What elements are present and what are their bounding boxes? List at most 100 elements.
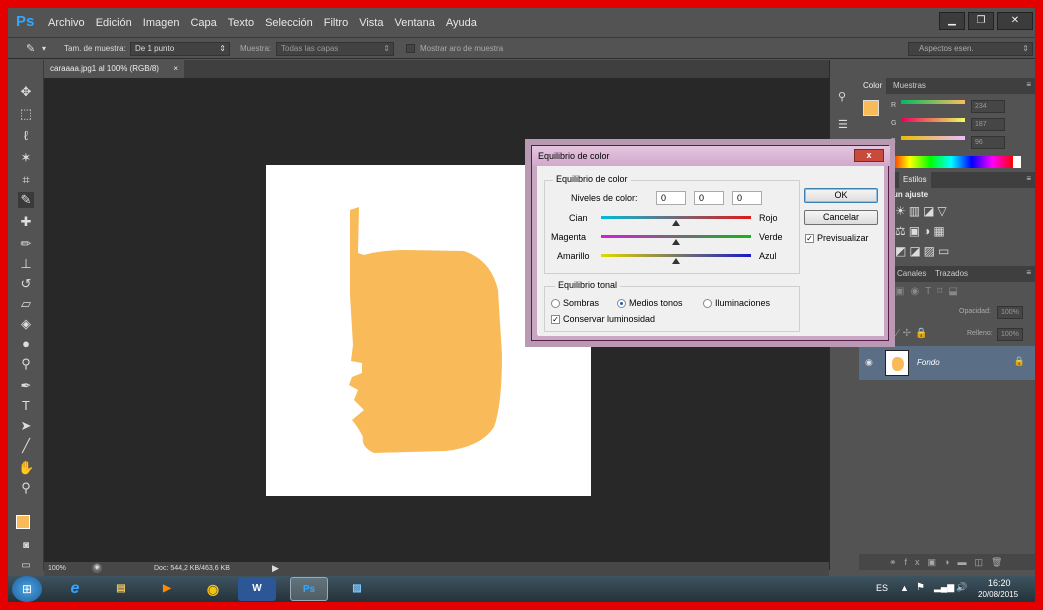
type-tool-icon[interactable]: T [18, 398, 34, 414]
preview-label[interactable]: Previsualizar [817, 233, 869, 243]
healing-brush-tool-icon[interactable]: ✚ [18, 214, 34, 230]
b-value[interactable]: 96 [971, 136, 1005, 149]
tab-swatches[interactable]: Muestras [889, 78, 930, 94]
b-slider[interactable] [901, 136, 965, 140]
network-icon[interactable]: ▂▄▆ [934, 582, 954, 593]
panel-menu-icon[interactable]: ≡ [1026, 268, 1031, 277]
spectrum-white[interactable] [1013, 156, 1021, 168]
menu-ayuda[interactable]: Ayuda [446, 17, 477, 29]
tab-styles[interactable]: Estilos [899, 172, 931, 188]
sampling-ring-checkbox[interactable] [406, 44, 415, 53]
action-center-icon[interactable]: ⚑ [916, 582, 925, 593]
menu-seleccion[interactable]: Selección [265, 17, 313, 29]
photo-viewer-icon[interactable]: ▨ [338, 577, 376, 601]
highlights-radio[interactable] [703, 299, 712, 308]
level-input-2[interactable]: 0 [694, 191, 724, 205]
menu-texto[interactable]: Texto [228, 17, 254, 29]
document-tab[interactable]: caraaaa.jpg1 al 100% (RGB/8) × [44, 60, 184, 78]
yellow-blue-slider[interactable] [601, 254, 751, 257]
shadows-label[interactable]: Sombras [563, 298, 599, 308]
word-icon[interactable]: W [238, 577, 276, 601]
stamp-tool-icon[interactable]: ⊥ [18, 256, 34, 272]
dialog-close-button[interactable]: x [854, 149, 884, 162]
eyedropper-icon[interactable]: ✎ [26, 42, 35, 55]
pen-tool-icon[interactable]: ✒ [18, 378, 34, 394]
preview-checkbox[interactable]: ✓ [805, 234, 814, 243]
crop-tool-icon[interactable]: ⌗ [18, 172, 34, 188]
panel-menu-icon[interactable]: ≡ [1026, 80, 1031, 89]
cyan-red-thumb[interactable] [672, 220, 680, 226]
sample-size-select[interactable]: De 1 punto ⇕ [130, 42, 230, 56]
tab-color[interactable]: Color [859, 78, 887, 94]
adjustment-icons-row-2[interactable]: ⚖▣◑▦ [895, 224, 948, 238]
menu-filtro[interactable]: Filtro [324, 17, 348, 29]
g-value[interactable]: 187 [971, 118, 1005, 131]
tool-preset-chevron-icon[interactable]: ▾ [42, 44, 46, 53]
screen-mode-icon[interactable]: ▭ [18, 558, 34, 574]
layers-footer-icons[interactable]: ⚭fx▣◑▬◫🗑 [859, 554, 1035, 570]
level-input-3[interactable]: 0 [732, 191, 762, 205]
quick-mask-icon[interactable]: ◙ [18, 538, 34, 554]
marquee-tool-icon[interactable]: ⬚ [18, 106, 34, 122]
move-tool-icon[interactable]: ✥ [18, 84, 34, 100]
properties-panel-icon[interactable]: ☰ [838, 118, 848, 131]
eyedropper-tool-icon[interactable]: ✎ [18, 192, 34, 208]
volume-icon[interactable]: 🔊 [956, 582, 967, 593]
menu-archivo[interactable]: Archivo [48, 17, 85, 29]
tab-paths[interactable]: Trazados [931, 266, 972, 282]
ok-button[interactable]: OK [804, 188, 878, 203]
preserve-luminosity-label[interactable]: Conservar luminosidad [563, 314, 655, 324]
start-button-icon[interactable]: ⊞ [12, 576, 42, 602]
midtones-radio[interactable] [617, 299, 626, 308]
restore-button[interactable]: ❐ [968, 12, 994, 30]
clock-time[interactable]: 16:20 [988, 578, 1011, 588]
tray-expand-icon[interactable]: ▲ [900, 583, 909, 593]
close-window-button[interactable]: ✕ [997, 12, 1033, 30]
brush-tool-icon[interactable]: ✏ [18, 236, 34, 252]
media-player-icon[interactable]: ▶ [148, 577, 186, 601]
midtones-label[interactable]: Medios tonos [629, 298, 683, 308]
color-spectrum-bar[interactable] [889, 156, 1013, 168]
foreground-color-swatch[interactable] [16, 515, 30, 529]
internet-explorer-icon[interactable]: e [56, 577, 94, 601]
tab-channels[interactable]: Canales [893, 266, 930, 282]
magenta-green-thumb[interactable] [672, 239, 680, 245]
menu-ventana[interactable]: Ventana [394, 17, 434, 29]
history-brush-tool-icon[interactable]: ↺ [18, 276, 34, 292]
color-panel-swatch[interactable] [863, 100, 879, 116]
level-input-1[interactable]: 0 [656, 191, 686, 205]
lasso-tool-icon[interactable]: ℓ [18, 128, 34, 144]
menu-edicion[interactable]: Edición [96, 17, 132, 29]
highlights-label[interactable]: Iluminaciones [715, 298, 770, 308]
layer-filter-icons[interactable]: ▣◉T⌑⬓ [895, 286, 964, 297]
preserve-luminosity-checkbox[interactable]: ✓ [551, 315, 560, 324]
history-panel-icon[interactable]: ⚲ [838, 90, 846, 103]
path-selection-tool-icon[interactable]: ➤ [18, 418, 34, 434]
sample-layers-select[interactable]: Todas las capas ⇕ [276, 42, 394, 56]
status-info-icon[interactable]: ◉ [92, 563, 102, 573]
r-slider[interactable] [901, 100, 965, 104]
dialog-titlebar[interactable]: Equilibrio de color x [532, 146, 890, 166]
line-tool-icon[interactable]: ╱ [18, 438, 34, 454]
layer-row-fondo[interactable]: ◉ Fondo 🔒 [859, 346, 1035, 380]
layer-name[interactable]: Fondo [917, 358, 940, 367]
paint-bucket-tool-icon[interactable]: ◈ [18, 316, 34, 332]
magic-wand-tool-icon[interactable]: ✶ [18, 150, 34, 166]
menu-capa[interactable]: Capa [190, 17, 216, 29]
blur-tool-icon[interactable]: ● [18, 336, 34, 352]
dodge-tool-icon[interactable]: ⚲ [18, 356, 34, 372]
minimize-button[interactable]: ▁ [939, 12, 965, 30]
fill-value[interactable]: 100% [997, 328, 1023, 341]
clock-date[interactable]: 20/08/2015 [978, 590, 1018, 599]
adjustment-icons-row-3[interactable]: ◩◪▨▭ [895, 244, 952, 258]
visibility-eye-icon[interactable]: ◉ [865, 357, 873, 368]
lock-icons[interactable]: ⁄✢🔒 [897, 328, 932, 339]
file-explorer-icon[interactable]: ▤ [102, 577, 140, 601]
menu-vista[interactable]: Vista [359, 17, 383, 29]
chrome-icon[interactable]: ◉ [194, 577, 232, 601]
hand-tool-icon[interactable]: ✋ [18, 460, 34, 476]
photoshop-taskbar-icon[interactable]: Ps [290, 577, 328, 601]
close-tab-icon[interactable]: × [173, 60, 178, 78]
language-indicator[interactable]: ES [876, 583, 888, 593]
workspace-select[interactable]: Aspectos esen. ⇕ [908, 42, 1033, 56]
